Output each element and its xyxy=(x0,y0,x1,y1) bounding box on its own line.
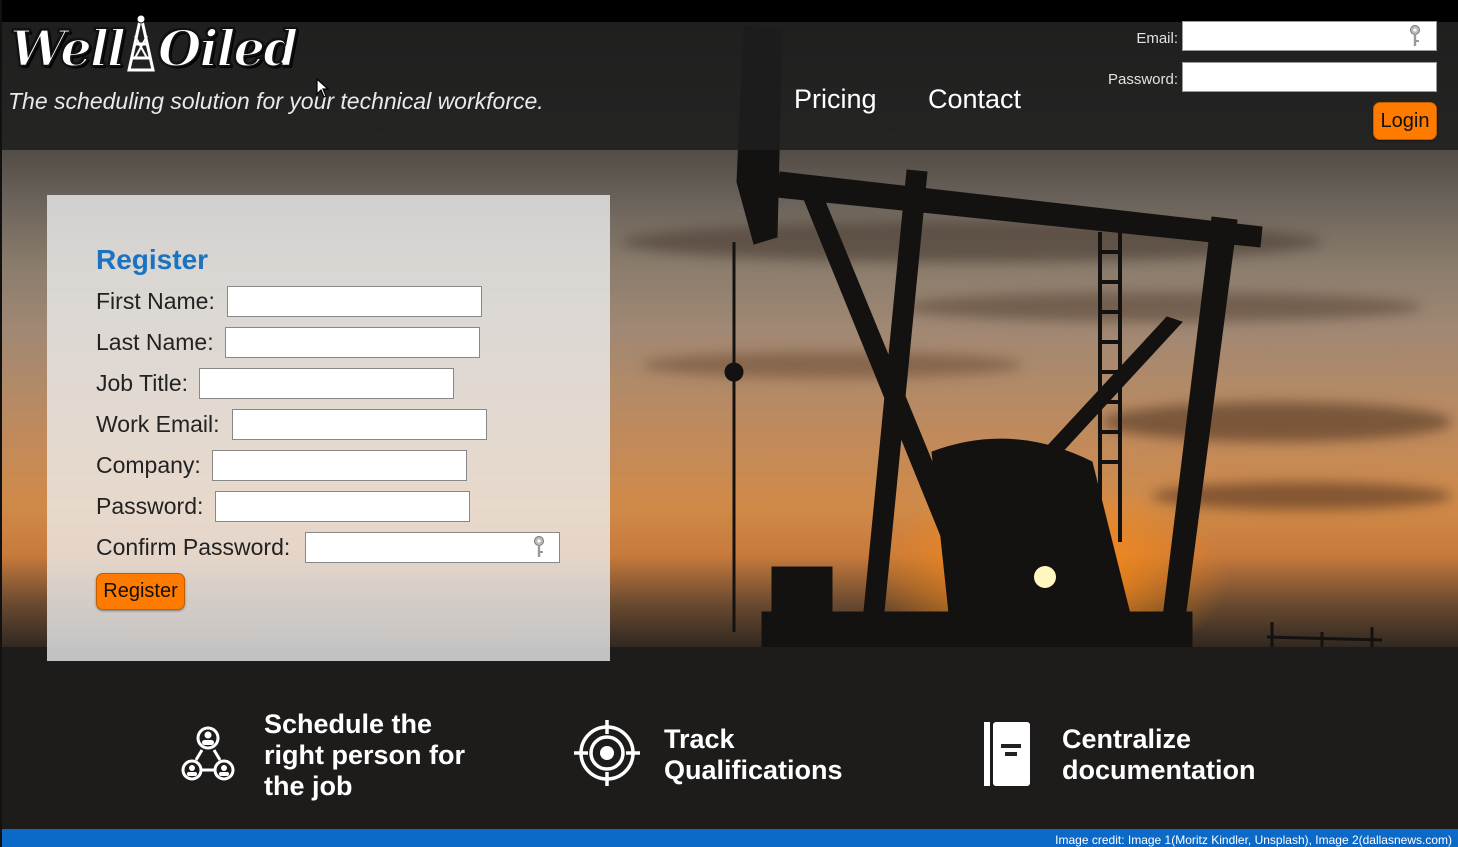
work-email-label: Work Email: xyxy=(96,411,220,437)
team-hierarchy-icon xyxy=(181,726,235,781)
logo-text-left: Well xyxy=(9,18,127,79)
footer-bar: Image credit: Image 1(Moritz Kindler, Un… xyxy=(2,829,1458,847)
password-input[interactable] xyxy=(215,491,470,522)
image-credit: Image credit: Image 1(Moritz Kindler, Un… xyxy=(1055,833,1452,847)
login-button[interactable]: Login xyxy=(1373,102,1437,140)
nav-contact-link[interactable]: Contact xyxy=(928,84,1021,115)
last-name-input[interactable] xyxy=(225,327,480,358)
key-icon[interactable] xyxy=(533,535,545,559)
login-email-input[interactable] xyxy=(1182,21,1437,51)
logo-text-right: Oiled xyxy=(157,18,299,79)
nav-pricing-link[interactable]: Pricing xyxy=(794,84,877,115)
confirm-password-input[interactable] xyxy=(305,532,560,563)
first-name-input[interactable] xyxy=(227,286,482,317)
feature-documentation-line2: documentation xyxy=(1062,755,1256,785)
company-input[interactable] xyxy=(212,450,467,481)
register-title: Register xyxy=(96,244,209,275)
target-icon xyxy=(574,720,640,786)
feature-schedule-line1: Schedule the xyxy=(264,709,433,739)
feature-schedule-line2: right person for xyxy=(264,740,465,770)
tagline: The scheduling solution for your technic… xyxy=(8,88,544,114)
company-label: Company: xyxy=(96,452,201,478)
confirm-password-label: Confirm Password: xyxy=(96,534,291,560)
register-panel: Register First Name: Last Name: Job Titl… xyxy=(47,195,610,661)
feature-track-text: Track Qualifications xyxy=(664,724,843,786)
feature-documentation-text: Centralize documentation xyxy=(1062,724,1256,786)
login-email-label: Email: xyxy=(1136,30,1178,47)
feature-documentation-line1: Centralize xyxy=(1062,724,1192,754)
password-label: Password: xyxy=(96,493,204,519)
feature-schedule-text: Schedule the right person for the job xyxy=(264,709,465,802)
document-icon xyxy=(984,722,1030,786)
feature-track-line2: Qualifications xyxy=(664,755,843,785)
feature-schedule-line3: the job xyxy=(264,771,353,801)
last-name-label: Last Name: xyxy=(96,329,214,355)
work-email-input[interactable] xyxy=(232,409,487,440)
first-name-label: First Name: xyxy=(96,288,215,314)
login-password-input[interactable] xyxy=(1182,62,1437,92)
feature-track-line1: Track xyxy=(664,724,735,754)
job-title-label: Job Title: xyxy=(96,370,189,396)
job-title-input[interactable] xyxy=(199,368,454,399)
mouse-cursor-icon xyxy=(316,78,330,98)
well-oiled-logo[interactable]: Well Oiled xyxy=(9,14,299,79)
key-icon[interactable] xyxy=(1409,24,1421,48)
login-password-label: Password: xyxy=(1107,71,1178,88)
oil-derrick-icon xyxy=(127,14,155,72)
register-button[interactable]: Register xyxy=(96,573,185,610)
